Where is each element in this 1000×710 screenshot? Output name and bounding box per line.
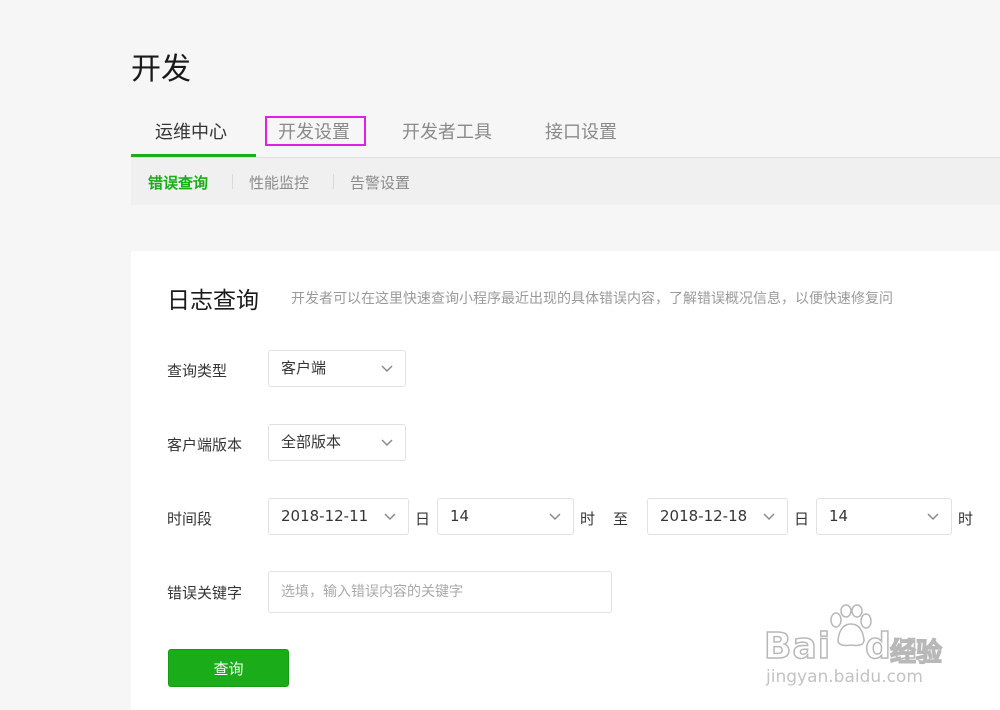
query-type-label: 查询类型 bbox=[167, 362, 228, 380]
active-tab-indicator bbox=[131, 154, 256, 157]
hour-unit-label: 时 bbox=[580, 510, 596, 528]
query-type-select[interactable]: 客户端 bbox=[268, 350, 406, 387]
client-version-select[interactable]: 全部版本 bbox=[268, 424, 406, 461]
main-tabs: 运维中心 开发设置 开发者工具 接口设置 bbox=[131, 112, 1000, 158]
hour-unit-label: 时 bbox=[958, 510, 974, 528]
to-label: 至 bbox=[613, 510, 629, 528]
chevron-down-icon bbox=[763, 513, 775, 521]
subnav-separator bbox=[232, 174, 233, 189]
time-range-label: 时间段 bbox=[167, 510, 213, 528]
start-hour-select[interactable]: 14 bbox=[437, 498, 574, 535]
tab-dev-tools[interactable]: 开发者工具 bbox=[402, 118, 492, 144]
chevron-down-icon bbox=[381, 365, 393, 373]
watermark-cn: 经验 bbox=[889, 637, 943, 668]
query-button[interactable]: 查询 bbox=[168, 649, 289, 687]
watermark-url: jingyan.baidu.com bbox=[766, 667, 923, 687]
chevron-down-icon bbox=[384, 513, 396, 521]
query-type-value: 客户端 bbox=[281, 359, 327, 377]
sub-navigation: 错误查询 性能监控 告警设置 bbox=[131, 158, 1000, 205]
subnav-alerts[interactable]: 告警设置 bbox=[350, 172, 410, 193]
chevron-down-icon bbox=[381, 439, 393, 447]
start-date-value: 2018-12-11 bbox=[281, 507, 369, 525]
end-hour-select[interactable]: 14 bbox=[816, 498, 952, 535]
subnav-separator bbox=[333, 174, 334, 189]
client-version-value: 全部版本 bbox=[281, 433, 342, 451]
page-title: 开发 bbox=[131, 52, 191, 87]
card-title: 日志查询 bbox=[167, 288, 259, 314]
day-unit-label: 日 bbox=[415, 510, 431, 528]
card-description: 开发者可以在这里快速查询小程序最近出现的具体错误内容，了解错误概况信息，以便快速… bbox=[291, 291, 893, 307]
end-date-select[interactable]: 2018-12-18 bbox=[647, 498, 788, 535]
tab-api-settings[interactable]: 接口设置 bbox=[545, 118, 617, 144]
baidu-watermark: Bai du 经验 jingyan.baidu.com bbox=[763, 604, 954, 694]
start-date-select[interactable]: 2018-12-11 bbox=[268, 498, 409, 535]
subnav-performance[interactable]: 性能监控 bbox=[249, 172, 309, 193]
keyword-input[interactable] bbox=[268, 571, 612, 613]
keyword-label: 错误关键字 bbox=[167, 584, 243, 602]
start-hour-value: 14 bbox=[450, 507, 470, 525]
subnav-error-query[interactable]: 错误查询 bbox=[148, 172, 208, 193]
day-unit-label: 日 bbox=[794, 510, 810, 528]
chevron-down-icon bbox=[549, 513, 561, 521]
client-version-label: 客户端版本 bbox=[167, 436, 243, 454]
tab-highlight-box bbox=[265, 116, 366, 146]
tab-ops-center[interactable]: 运维中心 bbox=[155, 118, 227, 144]
chevron-down-icon bbox=[927, 513, 939, 521]
end-date-value: 2018-12-18 bbox=[660, 507, 748, 525]
end-hour-value: 14 bbox=[829, 507, 849, 525]
